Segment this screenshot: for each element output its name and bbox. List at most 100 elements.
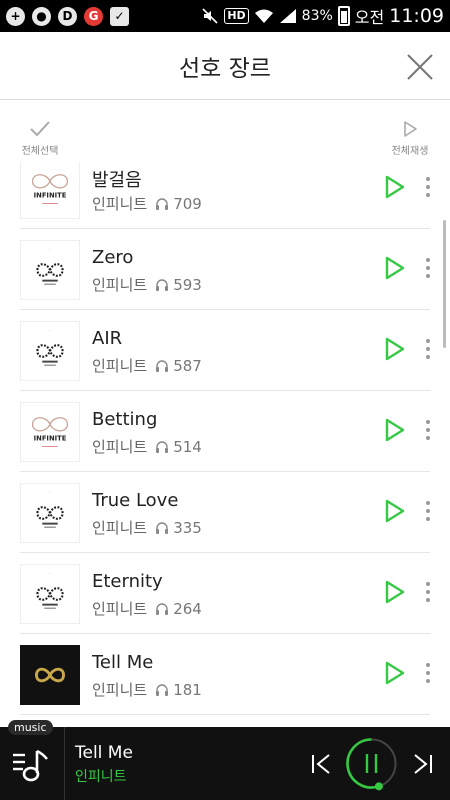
album-art-thumbnail[interactable]: INFINITE [20, 402, 80, 462]
play-count: 593 [155, 276, 202, 294]
add-icon: + [6, 6, 25, 26]
hd-voice-icon: HD [224, 8, 249, 24]
clock-ampm: 오전 [354, 8, 385, 27]
play-count-value: 587 [173, 356, 202, 375]
song-title: Zero [92, 247, 134, 268]
song-title: AIR [92, 328, 123, 349]
song-artist: 인피니트 [92, 438, 148, 456]
headphones-icon [156, 602, 169, 615]
song-row[interactable]: ····· Eternity 인피니트 264 [20, 553, 430, 634]
svg-text:·····: ····· [48, 491, 53, 495]
song-title: True Love [92, 490, 179, 511]
album-art-thumbnail[interactable]: ····· [20, 483, 80, 543]
song-row[interactable]: ····· True Love 인피니트 335 [20, 472, 430, 553]
play-count-value: 514 [173, 437, 202, 456]
record-icon: ● [32, 6, 51, 26]
more-options-icon[interactable] [424, 662, 432, 684]
song-meta: 인피니트 709 [92, 193, 202, 214]
svg-text:INFINITE: INFINITE [34, 192, 67, 200]
mute-icon [202, 8, 218, 24]
headphones-icon [156, 683, 169, 696]
wifi-icon [254, 9, 273, 23]
previous-track-icon[interactable] [310, 753, 332, 775]
list-toolbar: 전체선택 전체재생 [0, 100, 450, 162]
select-all-button[interactable]: 전체선택 [14, 120, 66, 157]
play-count-value: 181 [173, 680, 202, 699]
page-title: 선호 장르 [179, 56, 271, 82]
svg-text:·····: ····· [48, 248, 53, 252]
app-g-icon: G [84, 6, 103, 26]
song-row[interactable]: INFINITE Betting 인피니트 514 [20, 391, 430, 472]
song-list-content: INFINITE 발걸음 인피니트 709 ····· Zero 인피니트 593 ····· A… [0, 162, 450, 715]
clock-time: 11:09 [389, 5, 444, 27]
play-icon[interactable] [384, 499, 406, 523]
album-art-thumbnail[interactable]: ····· [20, 564, 80, 624]
play-icon[interactable] [384, 256, 406, 280]
svg-text:·····: ····· [48, 329, 53, 333]
progress-arc [346, 738, 380, 789]
album-art-thumbnail[interactable]: ····· [20, 240, 80, 300]
close-icon[interactable] [406, 53, 434, 81]
song-meta: 인피니트 593 [92, 274, 202, 295]
play-count-value: 709 [173, 194, 202, 213]
play-icon[interactable] [384, 418, 406, 442]
playlist-music-icon[interactable] [11, 745, 51, 785]
play-count: 514 [155, 438, 202, 456]
song-meta: 인피니트 335 [92, 517, 202, 538]
song-title: Eternity [92, 571, 163, 592]
song-row[interactable]: Tell Me 인피니트 181 [20, 634, 430, 715]
battery-icon [337, 6, 350, 26]
status-bar: + ● D G ✓ HD 83% 오전 11:09 [0, 0, 450, 32]
play-count: 587 [155, 357, 202, 375]
next-track-icon[interactable] [412, 753, 434, 775]
song-row[interactable]: INFINITE 발걸음 인피니트 709 [20, 162, 430, 229]
play-icon[interactable] [384, 661, 406, 685]
play-all-label: 전체재생 [391, 146, 429, 157]
notification-icons: + ● D G ✓ [6, 6, 129, 26]
scrollbar[interactable] [443, 220, 446, 348]
song-title: Betting [92, 409, 158, 430]
song-meta: 인피니트 181 [92, 679, 202, 700]
more-options-icon[interactable] [424, 176, 432, 198]
song-list[interactable]: INFINITE 발걸음 인피니트 709 ····· Zero 인피니트 593 ····· A… [0, 162, 450, 727]
battery-percent: 83% [301, 8, 333, 24]
song-title: 발걸음 [92, 170, 142, 191]
play-icon[interactable] [384, 580, 406, 604]
headphones-icon [156, 359, 169, 372]
song-title: Tell Me [92, 652, 154, 673]
header: 선호 장르 [0, 32, 450, 100]
play-icon[interactable] [384, 175, 406, 199]
svg-text:·····: ····· [48, 572, 53, 576]
headphones-icon [156, 521, 169, 534]
signal-icon [279, 9, 296, 23]
song-meta: 인피니트 514 [92, 436, 202, 457]
select-all-label: 전체선택 [21, 146, 59, 157]
play-count-value: 264 [173, 599, 202, 618]
play-outline-icon [404, 121, 417, 137]
play-icon[interactable] [384, 337, 406, 361]
song-artist: 인피니트 [92, 357, 148, 375]
album-art-thumbnail[interactable]: INFINITE [20, 162, 80, 219]
more-options-icon[interactable] [424, 338, 432, 360]
song-meta: 인피니트 264 [92, 598, 202, 619]
album-art-thumbnail[interactable]: ····· [20, 321, 80, 381]
more-options-icon[interactable] [424, 500, 432, 522]
more-options-icon[interactable] [424, 419, 432, 441]
svg-text:INFINITE: INFINITE [34, 435, 67, 443]
song-row[interactable]: ····· Zero 인피니트 593 [20, 229, 430, 310]
more-options-icon[interactable] [424, 257, 432, 279]
checkmark-icon [30, 121, 50, 137]
more-options-icon[interactable] [424, 581, 432, 603]
now-playing-title: Tell Me [75, 743, 133, 763]
song-row[interactable]: ····· AIR 인피니트 587 [20, 310, 430, 391]
song-artist: 인피니트 [92, 276, 148, 294]
player-divider [64, 727, 65, 800]
song-meta: 인피니트 587 [92, 355, 202, 376]
album-art-thumbnail[interactable] [20, 645, 80, 705]
play-count: 335 [155, 519, 202, 537]
headphones-icon [156, 278, 169, 291]
pause-button[interactable] [344, 736, 399, 791]
mini-player[interactable]: Tell Me 인피니트 [0, 727, 450, 800]
play-count: 264 [155, 600, 202, 618]
play-all-button[interactable]: 전체재생 [380, 120, 440, 157]
